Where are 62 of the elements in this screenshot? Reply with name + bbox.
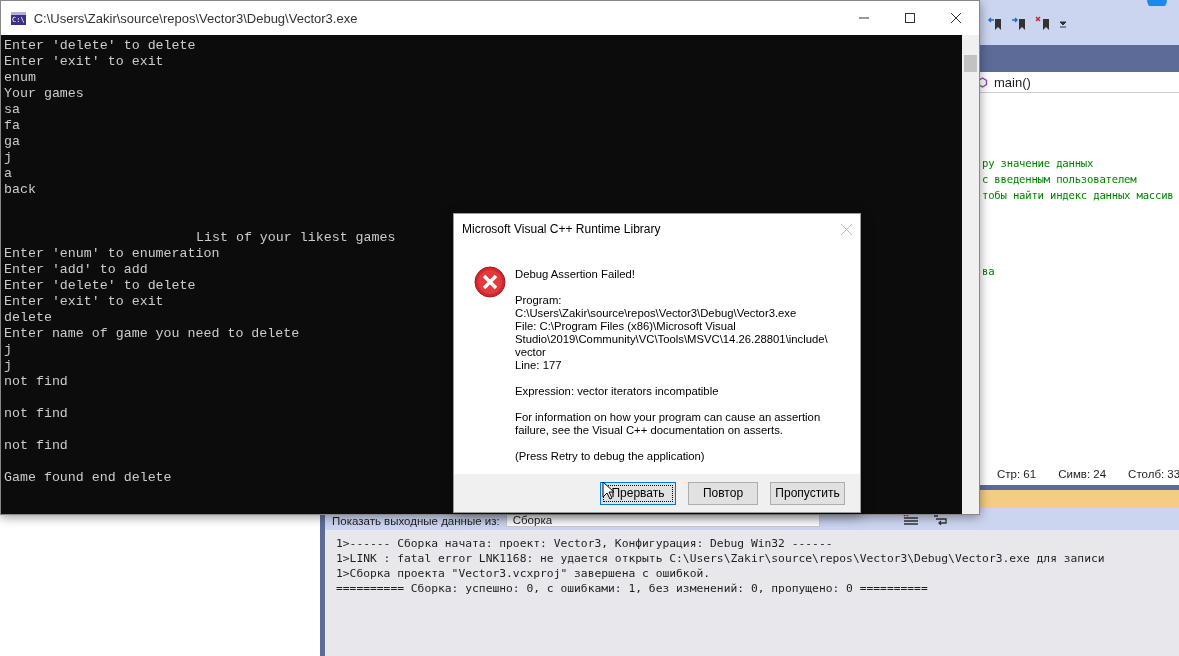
output-line: ========== Сборка: успешно: 0, с ошибками: 1, без изменений: 0, пропущено: 0 ==========	[336, 581, 929, 596]
console-line: Enter 'exit' to exit	[4, 54, 164, 70]
message-text: Line: 177	[515, 359, 563, 372]
mouse-cursor-icon	[602, 481, 614, 500]
status-text: Симв: 24	[1058, 467, 1107, 480]
function-icon	[977, 76, 988, 88]
console-line: Enter 'delete' to delete	[4, 278, 196, 294]
message-text: C:\Users\Zakir\source\repos\Vector3\Debug\Vector3.exe	[515, 307, 798, 320]
account-icon[interactable]	[1147, 0, 1167, 6]
code-comment: с введенным пользователем	[982, 172, 1138, 187]
scrollbar[interactable]	[962, 35, 979, 514]
window-title: C:\Users\Zakir\source\repos\Vector3\Debug\Vector3.exe	[33, 10, 358, 26]
bookmark-icon[interactable]	[987, 14, 1003, 31]
message-text: (Press Retry to debug the application)	[515, 450, 706, 463]
message-text: Debug Assertion Failed!	[515, 268, 636, 281]
console-line: Enter 'delete' to delete	[4, 38, 196, 54]
console-line: delete	[4, 310, 52, 326]
console-line: Your games	[4, 86, 84, 102]
console-line: Enter 'exit' to exit	[4, 294, 164, 310]
console-line: List of your likest games	[195, 230, 396, 246]
console-line: back	[4, 182, 36, 198]
console-line: Enter 'add' to add	[4, 262, 148, 278]
output-line: 1>Сборка проекта "Vector3.vcxproj" завершена с ошибкой.	[336, 566, 712, 581]
function-name[interactable]: main()	[994, 74, 1031, 90]
message-text: For information on how your program can cause an assertion	[515, 411, 822, 424]
error-icon	[474, 266, 506, 298]
maximize-icon[interactable]	[905, 13, 915, 23]
output-line: 1>LINK : fatal error LNK1168: не удается открыть C:\Users\Zakir\source\repos\Vector3\Debug\Vector3.exe для записи	[336, 551, 1106, 566]
console-line: j	[4, 358, 12, 374]
console-line: sa	[4, 102, 20, 118]
console-line: Game found end delete	[4, 470, 172, 486]
message-text: Program:	[515, 294, 563, 307]
console-line: Enter 'enum' to enumeration	[4, 246, 220, 262]
console-line: ga	[4, 134, 20, 150]
bookmark-icon[interactable]	[1035, 14, 1051, 31]
code-comment: ва	[982, 264, 996, 279]
message-text: vector	[515, 346, 547, 359]
code-comment: ру значение данных	[982, 156, 1095, 171]
dialog-button[interactable]: Повтор	[688, 481, 758, 505]
console-line: not find	[4, 438, 68, 454]
console-line: j	[4, 342, 12, 358]
console-line: enum	[4, 70, 36, 86]
console-line: Enter name of game you need to delete	[4, 326, 300, 342]
status-text: Стр: 61	[997, 467, 1037, 480]
message-text: failure, see the Visual C++ documentation on asserts.	[515, 424, 784, 437]
console-line: not find	[4, 406, 68, 422]
output-line: 1>------ Сборка начата: проект: Vector3, Конфигурация: Debug Win32 ------	[336, 536, 834, 551]
console-line: fa	[4, 118, 20, 134]
dialog-title: Microsoft Visual C++ Runtime Library	[462, 222, 661, 236]
close-icon[interactable]	[951, 13, 961, 23]
status-text: Столб: 33	[1128, 467, 1179, 480]
console-line: not find	[4, 374, 68, 390]
message-text: Expression: vector iterators incompatible	[515, 385, 720, 398]
dialog-button[interactable]: Прервать	[600, 481, 676, 505]
bookmark-icon[interactable]	[1011, 14, 1027, 31]
console-line: j	[4, 150, 12, 166]
console-line: a	[4, 166, 12, 182]
message-text: File: C:\Program Files (x86)\Microsoft Visual	[515, 320, 737, 333]
dialog-button[interactable]: Пропустить	[770, 481, 845, 505]
message-text: Studio\2019\Community\VC\Tools\MSVC\14.26.28801\include\	[515, 333, 828, 346]
output-source-label: Показать выходные данные из:	[332, 515, 500, 527]
code-comment: тобы найти индекс данных массив	[982, 188, 1175, 203]
